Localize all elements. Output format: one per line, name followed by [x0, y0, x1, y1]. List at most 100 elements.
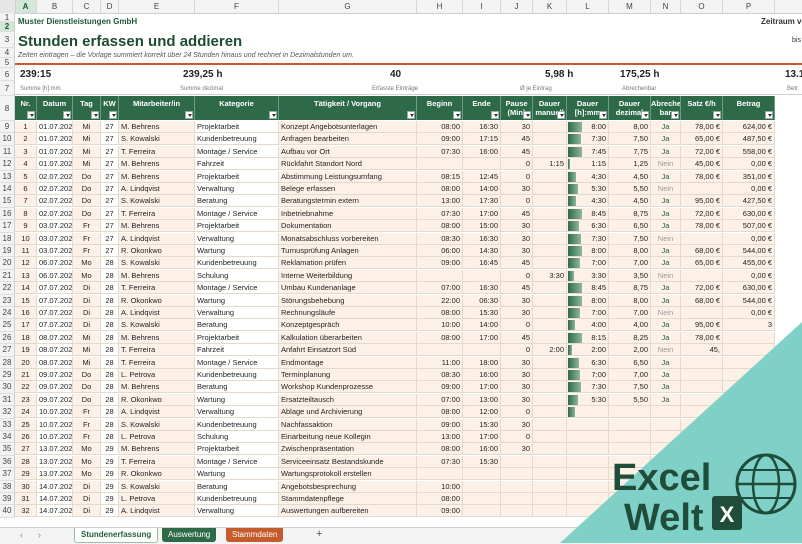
cell-manuell[interactable]	[533, 505, 567, 518]
cell-datum[interactable]: 09.07.2026	[37, 369, 73, 381]
cell-dauer[interactable]: 5:30	[567, 393, 609, 406]
cell-betrag[interactable]	[723, 381, 775, 394]
cell-dauer[interactable]	[567, 443, 609, 456]
cell-dez[interactable]: 8,00	[609, 294, 651, 307]
cell-abr[interactable]	[651, 505, 681, 518]
cell-manuell[interactable]: 1:15	[533, 158, 567, 171]
cell-kat[interactable]: Wartung	[195, 294, 279, 307]
cell-datum[interactable]: 01.07.2026	[37, 158, 73, 171]
filter-dropdown-icon[interactable]	[765, 111, 773, 119]
cell-betrag[interactable]: 630,00 €	[723, 207, 775, 220]
cell-dauer[interactable]: 5:30	[567, 183, 609, 195]
cell-datum[interactable]: 01.07.2026	[37, 145, 73, 158]
cell-ende[interactable]	[463, 269, 501, 282]
cell-manuell[interactable]	[533, 183, 567, 195]
cell-pause[interactable]: 45	[501, 207, 533, 220]
cell-tat[interactable]: Auswertungen aufbereiten	[279, 505, 417, 518]
cell-abr[interactable]: Ja	[651, 294, 681, 307]
cell-datum[interactable]: 09.07.2026	[37, 381, 73, 394]
cell-kw[interactable]: 28	[101, 269, 119, 282]
cell-abr[interactable]	[651, 455, 681, 468]
cell-ma[interactable]: R. Okonkwo	[119, 393, 195, 406]
cell-tat[interactable]: Inbetriebnahme	[279, 207, 417, 220]
sheet-tab-2[interactable]: Stammdaten	[226, 528, 284, 542]
cell-dez[interactable]: 7,50	[609, 381, 651, 394]
row-header-32[interactable]: 32	[0, 406, 15, 419]
cell-nr[interactable]: 26	[15, 431, 37, 443]
cell-kat[interactable]: Beratung	[195, 381, 279, 394]
cell-datum[interactable]: 03.07.2026	[37, 220, 73, 233]
row-header-23[interactable]: 23	[0, 294, 15, 307]
cell-tat[interactable]: Terminplanung	[279, 369, 417, 381]
row-header-1[interactable]: 1	[0, 13, 15, 22]
cell-dez[interactable]: 7,75	[609, 145, 651, 158]
filter-dropdown-icon[interactable]	[671, 111, 679, 119]
cell-ma[interactable]: L. Petrova	[119, 493, 195, 505]
cell-beginn[interactable]: 08:00	[417, 183, 463, 195]
cell-tat[interactable]: Interne Weiterbildung	[279, 269, 417, 282]
cell-dez[interactable]: 3,50	[609, 269, 651, 282]
cell-manuell[interactable]	[533, 369, 567, 381]
cell-betrag[interactable]: 0,00 €	[723, 269, 775, 282]
filter-dropdown-icon[interactable]	[599, 111, 607, 119]
cell-betrag[interactable]	[723, 406, 775, 419]
cell-dauer[interactable]: 4:30	[567, 170, 609, 183]
filter-dropdown-icon[interactable]	[269, 111, 277, 119]
cell-betrag[interactable]	[723, 480, 775, 493]
row-header-31[interactable]: 31	[0, 393, 15, 407]
cell-tag[interactable]: Di	[73, 480, 101, 493]
cell-manuell[interactable]	[533, 431, 567, 443]
cell-nr[interactable]: 9	[15, 220, 37, 233]
cell-datum[interactable]: 02.07.2026	[37, 207, 73, 220]
cell-dez[interactable]: 2,00	[609, 344, 651, 357]
cell-dauer[interactable]: 8:45	[567, 207, 609, 220]
cell-manuell[interactable]	[533, 257, 567, 270]
cell-manuell[interactable]	[533, 207, 567, 220]
row-header-11[interactable]: 11	[0, 145, 15, 159]
cell-dauer[interactable]: 1:15	[567, 158, 609, 171]
cell-ma[interactable]: L. Petrova	[119, 431, 195, 443]
cell-kw[interactable]: 27	[101, 158, 119, 171]
cell-ma[interactable]: S. Kowalski	[119, 257, 195, 270]
cell-kw[interactable]: 27	[101, 170, 119, 183]
cell-satz[interactable]	[681, 468, 723, 481]
tab-scroll-right-icon[interactable]: ›	[38, 530, 41, 540]
cell-tag[interactable]: Fr	[73, 232, 101, 245]
cell-ende[interactable]: 16:00	[463, 443, 501, 456]
cell-datum[interactable]: 14.07.2026	[37, 480, 73, 493]
cell-ende[interactable]: 14:00	[463, 183, 501, 195]
cell-dauer[interactable]: 4:00	[567, 319, 609, 332]
cell-pause[interactable]	[501, 493, 533, 505]
column-header-L[interactable]: L	[567, 0, 609, 13]
cell-nr[interactable]: 15	[15, 294, 37, 307]
cell-beginn[interactable]: 09:00	[417, 133, 463, 146]
cell-betrag[interactable]	[723, 493, 775, 505]
cell-betrag[interactable]: 3	[723, 319, 775, 332]
cell-dauer[interactable]: 8:00	[567, 121, 609, 133]
cell-kat[interactable]: Verwaltung	[195, 183, 279, 195]
cell-kw[interactable]: 29	[101, 480, 119, 493]
row-header-27[interactable]: 27	[0, 344, 15, 357]
cell-nr[interactable]: 18	[15, 331, 37, 344]
cell-nr[interactable]: 17	[15, 319, 37, 332]
cell-betrag[interactable]	[723, 369, 775, 381]
column-header-A[interactable]: A	[15, 0, 37, 13]
cell-datum[interactable]: 07.07.2026	[37, 307, 73, 319]
row-header-18[interactable]: 18	[0, 232, 15, 245]
cell-satz[interactable]	[681, 493, 723, 505]
filter-dropdown-icon[interactable]	[641, 111, 649, 119]
cell-ende[interactable]: 15:30	[463, 455, 501, 468]
cell-datum[interactable]: 10.07.2026	[37, 431, 73, 443]
cell-ma[interactable]: R. Okonkwo	[119, 245, 195, 257]
column-header-P[interactable]: P	[723, 0, 775, 13]
cell-dauer[interactable]: 8:00	[567, 294, 609, 307]
filter-dropdown-icon[interactable]	[91, 111, 99, 119]
cell-nr[interactable]: 27	[15, 443, 37, 456]
cell-beginn[interactable]: 07:30	[417, 455, 463, 468]
cell-ma[interactable]: S. Kowalski	[119, 418, 195, 431]
cell-tag[interactable]: Do	[73, 393, 101, 406]
cell-nr[interactable]: 12	[15, 257, 37, 270]
cell-dauer[interactable]: 7:30	[567, 232, 609, 245]
row-header-19[interactable]: 19	[0, 245, 15, 258]
cell-satz[interactable]: 72,00 €	[681, 207, 723, 220]
